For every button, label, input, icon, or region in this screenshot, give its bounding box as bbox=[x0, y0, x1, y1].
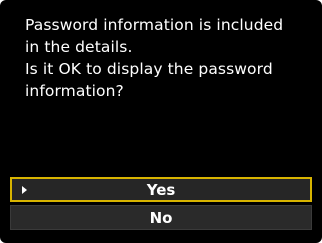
message-line: in the details. bbox=[25, 38, 133, 56]
message-line: Is it OK to display the password bbox=[25, 60, 273, 78]
confirmation-message: Password information is included in the … bbox=[25, 14, 315, 102]
printer-lcd-screen: Password information is included in the … bbox=[0, 0, 322, 243]
no-button[interactable]: No bbox=[10, 205, 312, 230]
message-line: information? bbox=[25, 82, 124, 100]
message-line: Password information is included bbox=[25, 16, 284, 34]
caret-right-icon bbox=[22, 185, 27, 194]
option-list: Yes No bbox=[10, 177, 312, 233]
no-button-label: No bbox=[149, 208, 173, 227]
yes-button-label: Yes bbox=[146, 180, 176, 199]
yes-button[interactable]: Yes bbox=[10, 177, 312, 202]
